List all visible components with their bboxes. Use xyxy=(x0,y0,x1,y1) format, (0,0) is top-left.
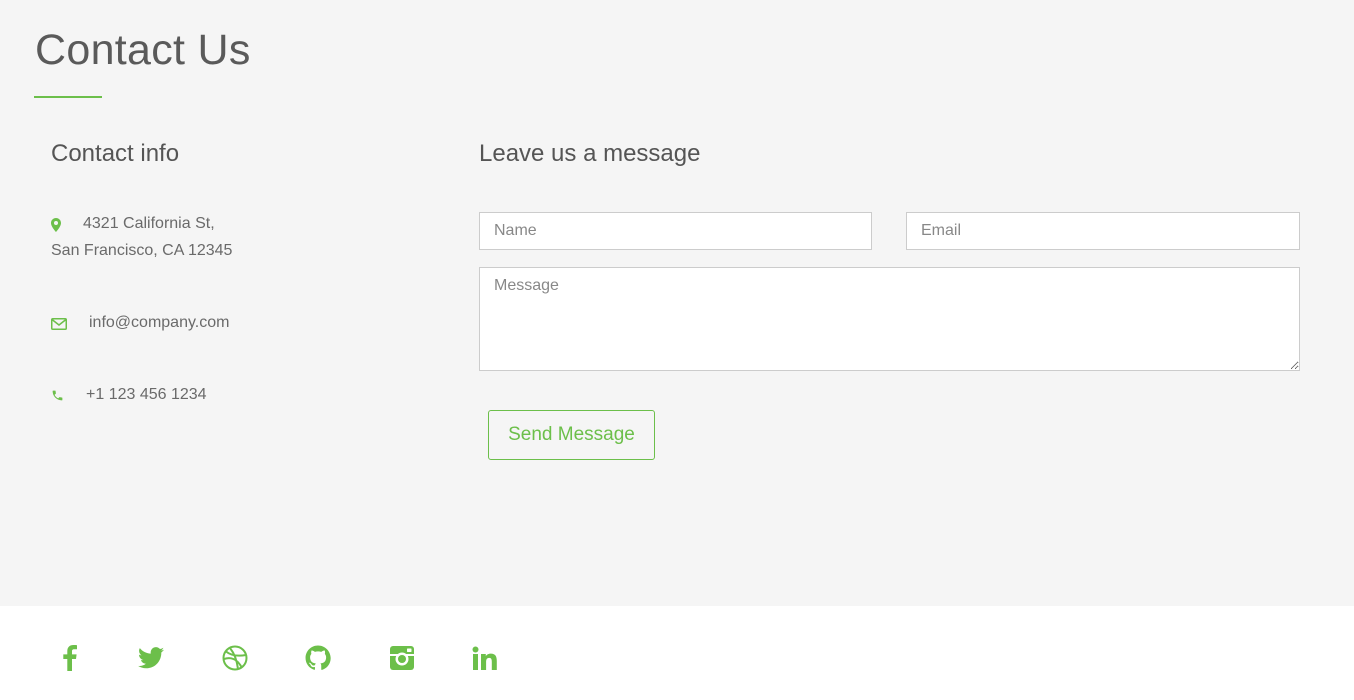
contact-phone: +1 123 456 1234 xyxy=(86,386,207,403)
dribbble-icon[interactable] xyxy=(220,643,250,673)
contact-info-heading: Contact info xyxy=(51,140,180,167)
github-icon[interactable] xyxy=(303,643,333,673)
twitter-icon[interactable] xyxy=(136,643,166,673)
message-form-heading: Leave us a message xyxy=(479,140,701,167)
email-input[interactable] xyxy=(906,212,1300,250)
title-underline xyxy=(34,96,102,98)
linkedin-icon[interactable] xyxy=(470,643,500,673)
phone-icon xyxy=(51,389,64,402)
send-message-button[interactable]: Send Message xyxy=(488,410,655,460)
facebook-icon[interactable] xyxy=(55,643,85,673)
footer xyxy=(0,606,1354,700)
instagram-icon[interactable] xyxy=(387,643,417,673)
contact-email: info@company.com xyxy=(89,314,230,331)
page-title: Contact Us xyxy=(35,26,251,74)
envelope-icon xyxy=(51,318,67,330)
address-line1: 4321 California St, xyxy=(83,215,215,232)
contact-section: Contact Us Contact info 4321 California … xyxy=(0,0,1354,606)
map-marker-icon xyxy=(51,218,61,232)
message-textarea[interactable] xyxy=(479,267,1300,371)
address-line2: San Francisco, CA 12345 xyxy=(51,242,233,259)
name-input[interactable] xyxy=(479,212,872,250)
